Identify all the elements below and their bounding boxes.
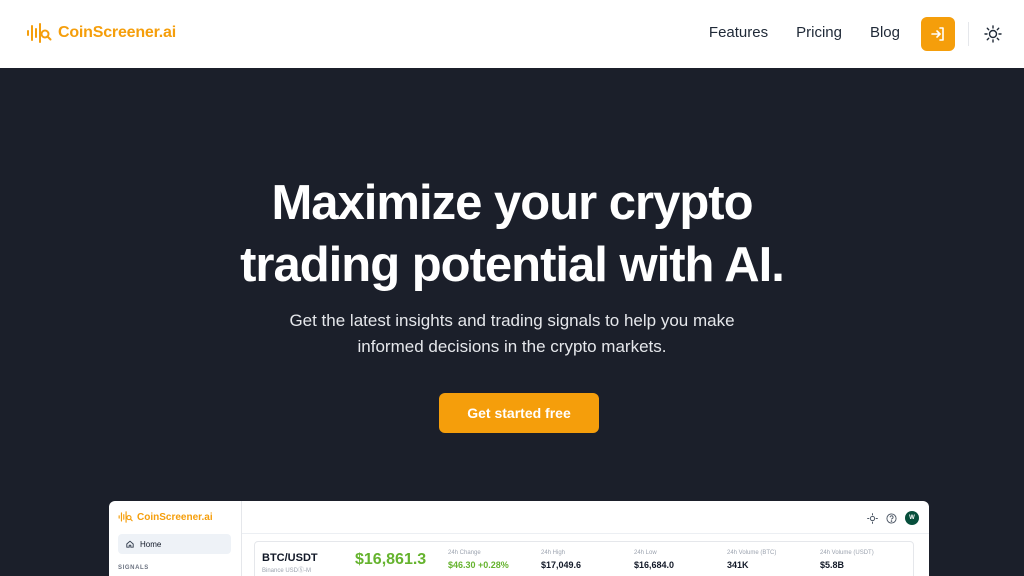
preview-header-divider	[242, 533, 929, 534]
hero-subtitle-line2: informed decisions in the crypto markets…	[357, 337, 667, 356]
brand-name: CoinScreener.ai	[58, 24, 176, 41]
stat-value: $17,049.6	[541, 560, 582, 570]
top-navbar: CoinScreener.ai Features Pricing Blog	[0, 0, 1024, 68]
preview-ticker-exchange: Binance USDⓈ-M	[262, 568, 312, 574]
help-icon	[886, 512, 897, 524]
preview-ticker-card: BTC/USDT Binance USDⓈ-M $16,861.3 24h Ch…	[254, 541, 914, 576]
stat-value: $16,684.0	[634, 560, 675, 570]
sun-icon	[867, 512, 878, 524]
stat-value: $5.8B	[820, 560, 845, 570]
preview-brand-name: CoinScreener.ai	[137, 511, 213, 523]
preview-home-label: Home	[140, 539, 162, 549]
soundwave-search-icon	[27, 23, 52, 43]
stat-label: 24h Volume (USDT)	[820, 550, 874, 556]
preview-sidebar-item-home: Home	[118, 534, 231, 554]
brand-logo-link[interactable]: CoinScreener.ai	[26, 21, 176, 45]
nav-links: Features Pricing Blog	[709, 24, 900, 41]
preview-stat-low: 24h Low $16,684.0	[634, 550, 674, 570]
preview-ticker-price: $16,861.3	[355, 551, 427, 568]
hero-title-line1: Maximize your crypto	[271, 176, 753, 230]
stat-label: 24h Change	[448, 550, 481, 556]
hero-title: Maximize your crypto trading potential w…	[0, 172, 1024, 296]
hero-subtitle: Get the latest insights and trading sign…	[0, 308, 1024, 360]
app-preview: CoinScreener.ai Home SIGNALS W BTC/USDT …	[109, 501, 929, 576]
nav-link-pricing[interactable]: Pricing	[796, 24, 842, 41]
nav-link-features[interactable]: Features	[709, 24, 768, 41]
stat-label: 24h High	[541, 550, 566, 556]
preview-top-icons: W	[867, 511, 919, 525]
theme-toggle-button[interactable]	[981, 22, 1005, 46]
nav-divider	[968, 22, 969, 46]
preview-section-label: SIGNALS	[118, 565, 149, 571]
preview-avatar: W	[905, 511, 919, 525]
sun-icon	[984, 25, 1002, 43]
home-icon	[126, 540, 134, 548]
soundwave-search-icon	[118, 511, 133, 523]
preview-ticker-pair: BTC/USDT	[262, 552, 318, 564]
preview-stat-volume-btc: 24h Volume (BTC) 341K	[727, 550, 776, 570]
preview-brand: CoinScreener.ai	[118, 510, 213, 524]
hero-title-line2: trading potential with AI.	[240, 238, 785, 292]
get-started-button[interactable]: Get started free	[439, 393, 599, 433]
nav-link-blog[interactable]: Blog	[870, 24, 900, 41]
preview-stat-volume-usdt: 24h Volume (USDT) $5.8B	[820, 550, 874, 570]
hero-subtitle-line1: Get the latest insights and trading sign…	[289, 311, 735, 330]
stat-value: $46.30 +0.28%	[448, 560, 509, 570]
stat-label: 24h Volume (BTC)	[727, 550, 777, 556]
stat-label: 24h Low	[634, 550, 657, 556]
sign-in-icon	[931, 27, 944, 41]
sign-in-button[interactable]	[921, 17, 955, 51]
preview-sidebar: CoinScreener.ai Home SIGNALS	[109, 501, 242, 576]
preview-stat-high: 24h High $17,049.6	[541, 550, 581, 570]
stat-value: 341K	[727, 560, 749, 570]
preview-stat-change: 24h Change $46.30 +0.28%	[448, 550, 509, 570]
